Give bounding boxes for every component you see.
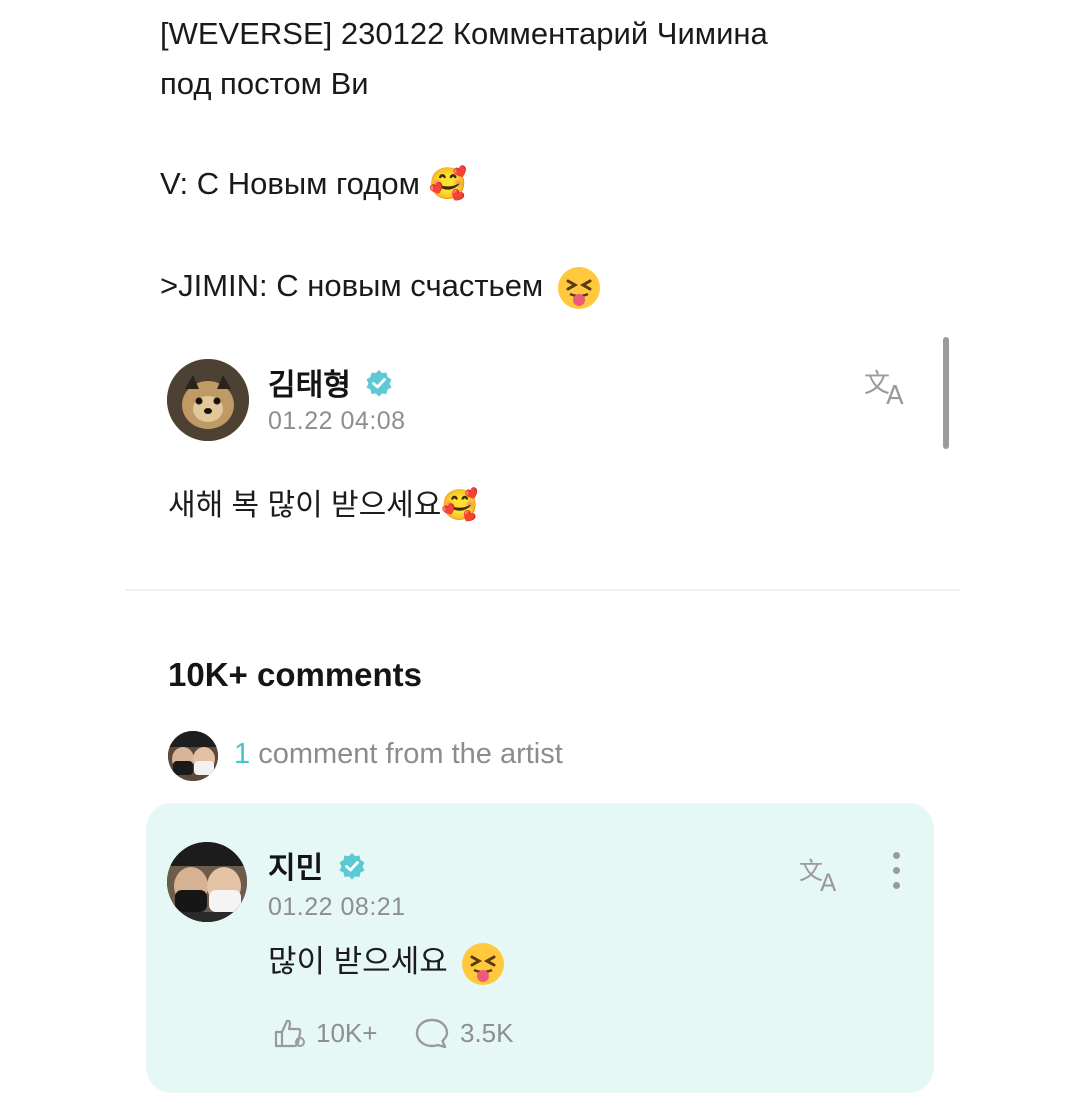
post-author-label: 김태형 xyxy=(268,369,351,402)
caption-title-line1: [WEVERSE] 230122 Комментарий Чимина xyxy=(160,16,768,51)
caption-v-line: V: С Новым годом 🥰 xyxy=(160,166,468,201)
post-author-avatar[interactable] xyxy=(167,359,249,441)
artist-comment-link[interactable]: 1 comment from the artist xyxy=(234,738,563,771)
comments-count-heading: 10K+ comments xyxy=(168,656,423,693)
comment-author-avatar[interactable] xyxy=(167,842,247,922)
section-divider xyxy=(126,589,960,591)
like-icon xyxy=(274,1019,305,1048)
translate-icon[interactable]: 文 A xyxy=(862,364,914,413)
post-author-name[interactable]: 김태형 xyxy=(268,360,393,405)
artist-comment-text: comment from the artist xyxy=(250,738,563,770)
comment-body-text: 많이 받으세요 xyxy=(268,944,448,979)
like-count: 10K+ xyxy=(316,1017,378,1048)
more-options-icon[interactable] xyxy=(884,852,908,892)
scrollbar-thumb[interactable] xyxy=(943,337,949,449)
caption-title-line2: под постом Ви xyxy=(160,66,369,101)
comment-body: 많이 받으세요 xyxy=(268,936,505,985)
comment-author-name[interactable]: 지민 xyxy=(268,843,366,888)
artist-comment-card[interactable] xyxy=(146,803,934,1093)
comment-translate-icon[interactable]: 文 A xyxy=(797,853,847,900)
artist-comment-avatar xyxy=(168,731,218,781)
svg-text:A: A xyxy=(886,381,904,408)
squinting-tongue-emoji-icon xyxy=(557,266,600,309)
svg-text:A: A xyxy=(820,869,837,895)
caption-jimin-text: >JIMIN: С новым счастьем xyxy=(160,268,544,303)
artist-comment-count: 1 xyxy=(234,738,251,770)
verified-badge-icon xyxy=(338,852,366,888)
reply-count: 3.5K xyxy=(460,1017,514,1048)
comment-author-label: 지민 xyxy=(268,852,324,885)
reply-button[interactable]: 3.5K xyxy=(414,1016,514,1050)
post-timestamp: 01.22 04:08 xyxy=(268,407,406,435)
squinting-tongue-emoji-icon xyxy=(462,942,505,985)
comment-bubble-icon xyxy=(415,1018,449,1049)
like-button[interactable]: 10K+ xyxy=(270,1016,377,1050)
caption-jimin-line: >JIMIN: С новым счастьем xyxy=(160,266,600,309)
comment-timestamp: 01.22 08:21 xyxy=(268,893,406,921)
verified-badge-icon xyxy=(365,369,393,405)
post-body-text: 새해 복 많이 받으세요🥰 xyxy=(168,489,479,522)
